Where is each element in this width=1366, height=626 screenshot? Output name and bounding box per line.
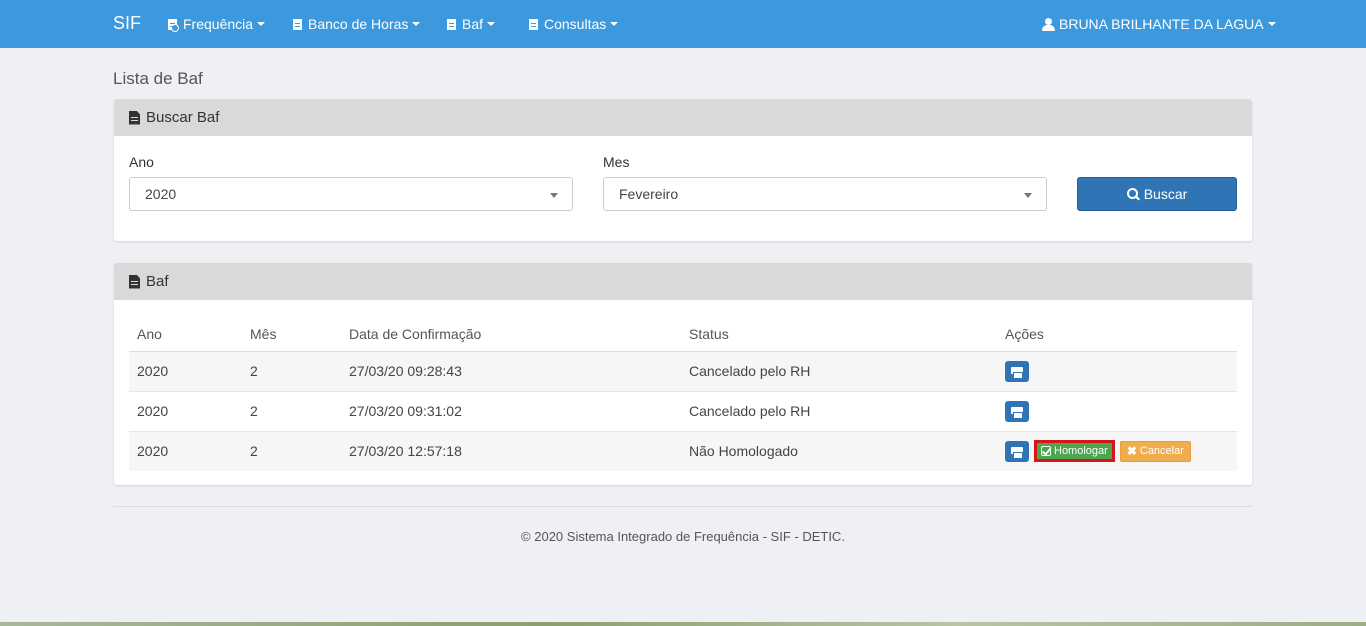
column-header-ano: Ano: [129, 318, 242, 352]
cell-acoes: [997, 351, 1237, 392]
cell-ano: 2020: [129, 431, 242, 471]
table-header-row: Ano Mês Data de Confirmação Status Ações: [129, 318, 1237, 352]
column-header-acoes: Ações: [997, 318, 1237, 352]
taskbar-edge: [0, 622, 1366, 626]
mes-label: Mes: [603, 154, 630, 170]
baf-table: Ano Mês Data de Confirmação Status Ações…: [129, 318, 1237, 471]
column-header-status: Status: [681, 318, 997, 352]
check-square-icon: [1041, 446, 1051, 457]
close-icon: ✖: [1126, 444, 1137, 459]
document-icon: [447, 18, 456, 30]
cell-status: Não Homologado: [681, 431, 997, 471]
search-panel-heading: Buscar Baf: [114, 99, 1252, 136]
cell-data: 27/03/20 12:57:18: [341, 431, 681, 471]
buscar-button-label: Buscar: [1143, 186, 1188, 202]
caret-down-icon: [412, 22, 421, 26]
search-icon: [1126, 188, 1139, 200]
caret-down-icon: [487, 22, 496, 26]
cell-acoes: [997, 391, 1237, 432]
cell-status: Cancelado pelo RH: [681, 391, 997, 432]
caret-down-icon: [1267, 22, 1276, 26]
nav-baf[interactable]: Baf: [447, 16, 496, 32]
mes-select[interactable]: Fevereiro: [603, 177, 1047, 211]
print-button[interactable]: [1005, 400, 1029, 422]
nav-consultas[interactable]: Consultas: [529, 16, 619, 32]
cancelar-button[interactable]: ✖ Cancelar: [1119, 440, 1191, 462]
brand-logo[interactable]: SIF: [113, 13, 141, 34]
nav-banco-de-horas-label: Banco de Horas: [308, 16, 409, 32]
ano-select-value: 2020: [145, 186, 177, 202]
user-name: BRUNA BRILHANTE DA LAGUA: [1059, 16, 1264, 32]
caret-down-icon: [610, 22, 619, 26]
file-icon: [129, 110, 140, 125]
cell-status: Cancelado pelo RH: [681, 351, 997, 392]
cell-mes: 2: [242, 391, 341, 432]
table-row: 2020 2 27/03/20 09:31:02 Cancelado pelo …: [129, 391, 1237, 432]
ano-select[interactable]: 2020: [129, 177, 573, 211]
results-panel-title: Baf: [146, 273, 169, 290]
mes-select-value: Fevereiro: [619, 186, 679, 202]
table-row: 2020 2 27/03/20 12:57:18 Não Homologado …: [129, 431, 1237, 471]
caret-down-icon: [257, 22, 266, 26]
cell-data: 27/03/20 09:28:43: [341, 351, 681, 392]
cell-ano: 2020: [129, 391, 242, 432]
column-header-mes: Mês: [242, 318, 341, 352]
calendar-clock-icon: [168, 18, 179, 32]
footer: © 2020 Sistema Integrado de Frequência -…: [521, 529, 845, 544]
nav-baf-label: Baf: [462, 16, 484, 32]
nav-frequencia[interactable]: Frequência: [168, 16, 266, 32]
cell-mes: 2: [242, 351, 341, 392]
select-caret-icon: [1024, 193, 1032, 198]
cancelar-button-label: Cancelar: [1139, 445, 1184, 458]
ano-label: Ano: [129, 154, 154, 170]
document-icon: [293, 18, 302, 30]
results-panel: Baf Ano Mês Data de Confirmação Status A…: [114, 263, 1252, 485]
nav-banco-de-horas[interactable]: Banco de Horas: [293, 16, 421, 32]
homologar-button[interactable]: Homologar: [1034, 440, 1115, 463]
search-panel-title: Buscar Baf: [146, 109, 220, 126]
top-navbar: SIF Frequência Banco de Horas Baf Consul…: [0, 0, 1366, 48]
search-document-icon: [529, 18, 538, 30]
user-icon: [1042, 17, 1055, 31]
nav-consultas-label: Consultas: [544, 16, 607, 32]
select-caret-icon: [550, 193, 558, 198]
table-row: 2020 2 27/03/20 09:28:43 Cancelado pelo …: [129, 351, 1237, 392]
search-panel: Buscar Baf Ano 2020 Mes Fevereiro Buscar: [114, 99, 1252, 241]
cell-mes: 2: [242, 431, 341, 471]
nav-frequencia-label: Frequência: [183, 16, 254, 32]
file-icon: [129, 274, 140, 289]
user-menu[interactable]: BRUNA BRILHANTE DA LAGUA: [1042, 16, 1276, 32]
print-button[interactable]: [1005, 440, 1029, 462]
cell-ano: 2020: [129, 351, 242, 392]
cell-data: 27/03/20 09:31:02: [341, 391, 681, 432]
page-title: Lista de Baf: [113, 69, 203, 88]
results-panel-heading: Baf: [114, 263, 1252, 300]
cell-acoes: Homologar ✖ Cancelar: [997, 431, 1237, 471]
column-header-data: Data de Confirmação: [341, 318, 681, 352]
homologar-button-label: Homologar: [1054, 445, 1108, 458]
print-button[interactable]: [1005, 360, 1029, 382]
buscar-button[interactable]: Buscar: [1077, 177, 1237, 211]
footer-divider: [113, 506, 1252, 507]
